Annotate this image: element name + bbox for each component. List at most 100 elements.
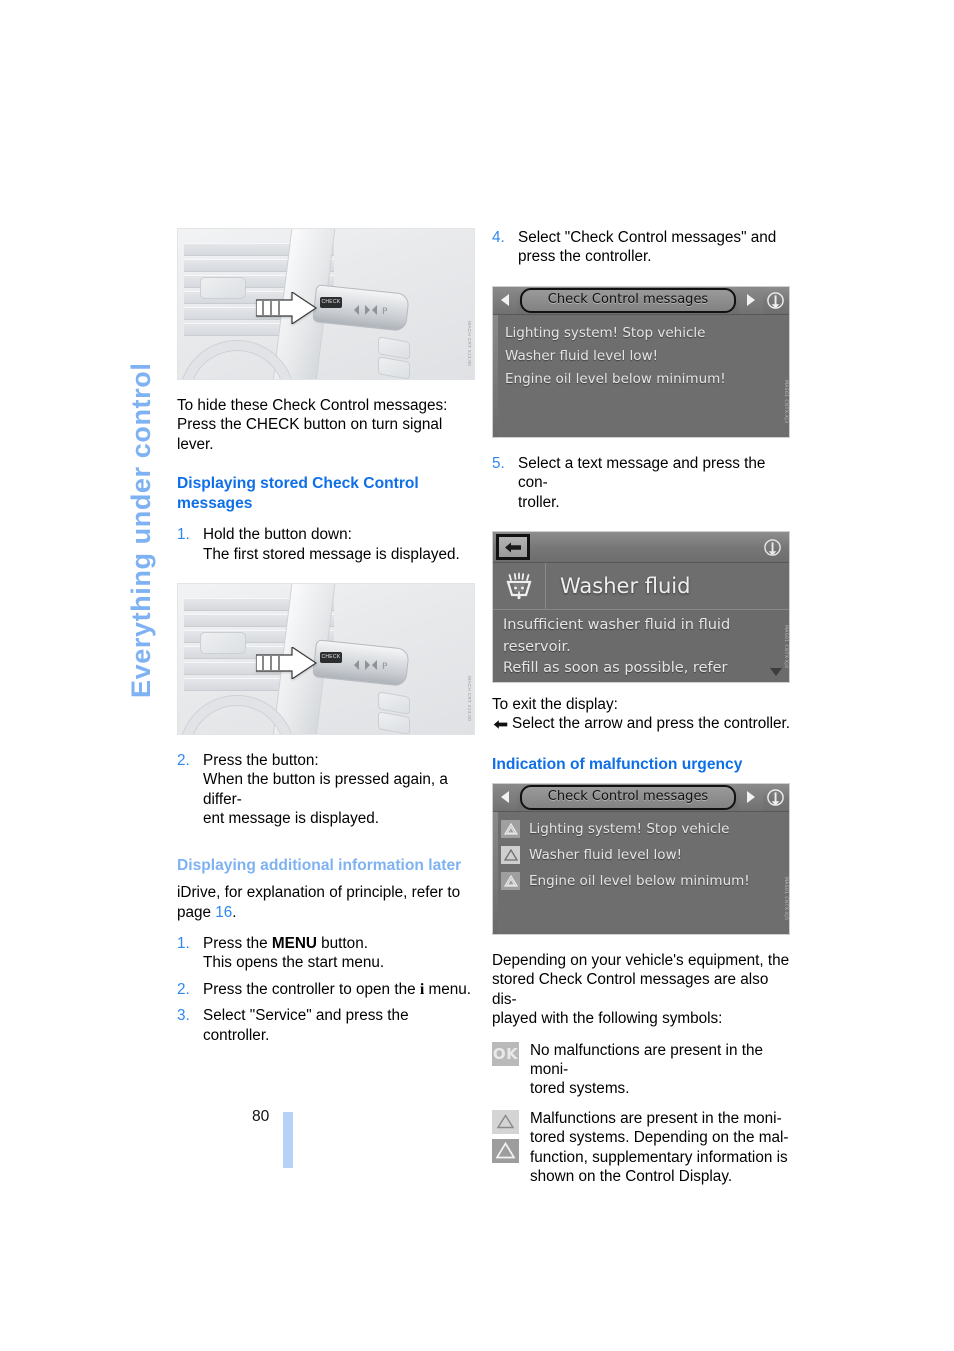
figure-code: WACH CRT XJ3.00 (467, 676, 472, 722)
step-text-pre: Press the (203, 934, 272, 952)
step-number: 4. (492, 229, 505, 246)
screen-topbar: Check Control messages (493, 286, 789, 315)
page-word: page (177, 903, 216, 921)
screen-message-list: Lighting system! Stop vehicle Washer flu… (493, 314, 789, 437)
step-line-2: troller. (518, 493, 560, 511)
period: . (232, 903, 237, 921)
paragraph-line: reservoir. (503, 638, 571, 655)
list-item[interactable]: Lighting system! Stop vehicle (493, 816, 789, 842)
list-left-strip (493, 811, 498, 934)
step-select-text-message: 5. Select a text message and press the c… (492, 454, 792, 512)
figure-turn-signal-lever-1: CHECK P WACH CRT XJ3.00 (177, 228, 475, 380)
step-select-check-control: 4. Select "Check Control messages" and p… (492, 228, 792, 267)
turn-signal-arrows-icon: P (354, 305, 388, 317)
step-line-1: Hold the button down: (203, 526, 352, 544)
step-text-pre: Press the controller to open the (203, 980, 420, 998)
press-arrow-cue-icon (255, 290, 318, 326)
idrive-note-line1: iDrive, for explanation of principle, re… (177, 884, 461, 902)
washer-fluid-icon (493, 563, 546, 610)
detail-header: Washer fluid (493, 563, 789, 611)
legend-line: tored systems. (530, 1080, 630, 1098)
warning-triangle-dim-icon (501, 819, 520, 838)
legend-line: function, supplementary information is (530, 1148, 788, 1166)
message-text: Lighting system! Stop vehicle (505, 325, 706, 342)
step-line-1: Select a text message and press the con- (518, 454, 766, 492)
screen-title[interactable]: Check Control messages (519, 784, 737, 810)
triangle-left-icon (501, 791, 509, 804)
warning-triangle-light-icon (501, 845, 520, 864)
left-column: CHECK P WACH CRT XJ3.00 To hide these Ch… (177, 228, 477, 1052)
step-press-button: 2. Press the button: When the button is … (177, 751, 477, 829)
paragraph-line: to Owner's Manual. (503, 680, 779, 683)
exit-note-line2: Select the arrow and press the controlle… (492, 714, 792, 735)
page-reference[interactable]: 16 (215, 904, 232, 921)
step-text-post: menu. (424, 980, 472, 998)
warning-triangle-dim-icon (501, 871, 520, 890)
paragraph-line: Insufficient washer fluid in fluid (503, 617, 731, 634)
exit-note-text: Select the arrow and press the controlle… (512, 715, 791, 733)
figure-code: WACH CRT XJ3.00 (467, 321, 472, 367)
list-left-strip (493, 314, 498, 437)
hide-note-line1: To hide these Check Control messages: (177, 397, 448, 414)
info-circle-icon[interactable] (763, 287, 789, 314)
back-arrow-button[interactable] (496, 534, 530, 561)
next-page-button[interactable] (738, 286, 763, 314)
step-line-2: When the button is pressed again, a diff… (203, 771, 448, 808)
symbols-intro-line1: Depending on your vehicle's equipment, t… (492, 951, 790, 969)
symbols-intro-line2: stored Check Control messages are also d… (492, 971, 769, 1008)
list-item[interactable]: Engine oil level below minimum! (493, 368, 789, 391)
next-page-button[interactable] (738, 783, 763, 811)
back-arrow-icon (505, 542, 521, 553)
screen-check-control-list: Check Control messages Lighting system! … (492, 285, 790, 438)
manual-page: Everything under control CHECK P WACH CR… (0, 0, 954, 1351)
svg-text:P: P (382, 662, 388, 672)
legend-item-malfunction: Malfunctions are present in the moni- to… (492, 1109, 792, 1187)
step-line-1: Select "Service" and press the controlle… (203, 1007, 409, 1044)
check-button: CHECK (320, 297, 342, 308)
step-line-2: press the controller. (518, 248, 652, 266)
heading-displaying-stored: Displaying stored Check Control messages (177, 475, 419, 512)
detail-paragraph: Insufficient washer fluid in fluid reser… (493, 610, 789, 683)
message-text: Lighting system! Stop vehicle (529, 820, 730, 837)
press-arrow-cue-icon (255, 645, 318, 681)
step-number: 2. (177, 980, 190, 998)
screen-title[interactable]: Check Control messages (519, 287, 737, 313)
message-text: Washer fluid level low! (529, 846, 683, 863)
step-line-2: This opens the start menu. (203, 954, 385, 972)
info-circle-icon[interactable] (763, 784, 789, 811)
list-item[interactable]: Washer fluid level low! (493, 345, 789, 368)
check-button: CHECK (320, 652, 342, 664)
page-number: 80 (252, 1108, 270, 1125)
list-item[interactable]: Engine oil level below minimum! (493, 868, 789, 894)
right-column: 4. Select "Check Control messages" and p… (492, 228, 792, 1196)
svg-text:P: P (382, 307, 388, 317)
step-number: 1. (177, 934, 190, 952)
paragraph-line: Refill as soon as possible, refer (503, 660, 728, 677)
triangle-left-icon (501, 294, 509, 307)
idrive-note-line2: page 16. (177, 903, 477, 922)
figure-turn-signal-lever-2: CHECK P WACH CRT XJ3.00 (177, 583, 475, 736)
list-item[interactable]: Lighting system! Stop vehicle (493, 322, 789, 345)
folio-accent-bar (283, 1112, 293, 1168)
step-number: 3. (177, 1007, 190, 1025)
step-hold-button: 1. Hold the button down: The first store… (177, 525, 477, 564)
step-press-menu: 1. Press the MENU button. This opens the… (177, 934, 477, 973)
step-line-1: Press the button: (203, 752, 319, 770)
detail-title: Washer fluid (560, 574, 691, 599)
prev-page-button[interactable] (493, 783, 517, 811)
step-line-3: ent message is displayed. (203, 810, 380, 828)
message-text: Washer fluid level low! (505, 348, 659, 365)
menu-button-label: MENU (271, 934, 317, 952)
heading-indication-urgency: Indication of malfunction urgency (492, 756, 743, 774)
ok-badge-icon: OK (492, 1041, 519, 1066)
step-line-2: The first stored message is displayed. (203, 545, 460, 563)
chapter-tab-label: Everything under control (126, 362, 156, 698)
step-number: 5. (492, 454, 505, 472)
triangle-right-icon (746, 791, 755, 804)
info-circle-icon[interactable] (759, 534, 785, 561)
message-text: Engine oil level below minimum! (529, 872, 750, 889)
chapter-tab: Everything under control (118, 228, 164, 698)
prev-page-button[interactable] (493, 286, 517, 314)
list-item[interactable]: Washer fluid level low! (493, 842, 789, 868)
hide-note-line2: Press the CHECK button on turn signal le… (177, 416, 443, 453)
